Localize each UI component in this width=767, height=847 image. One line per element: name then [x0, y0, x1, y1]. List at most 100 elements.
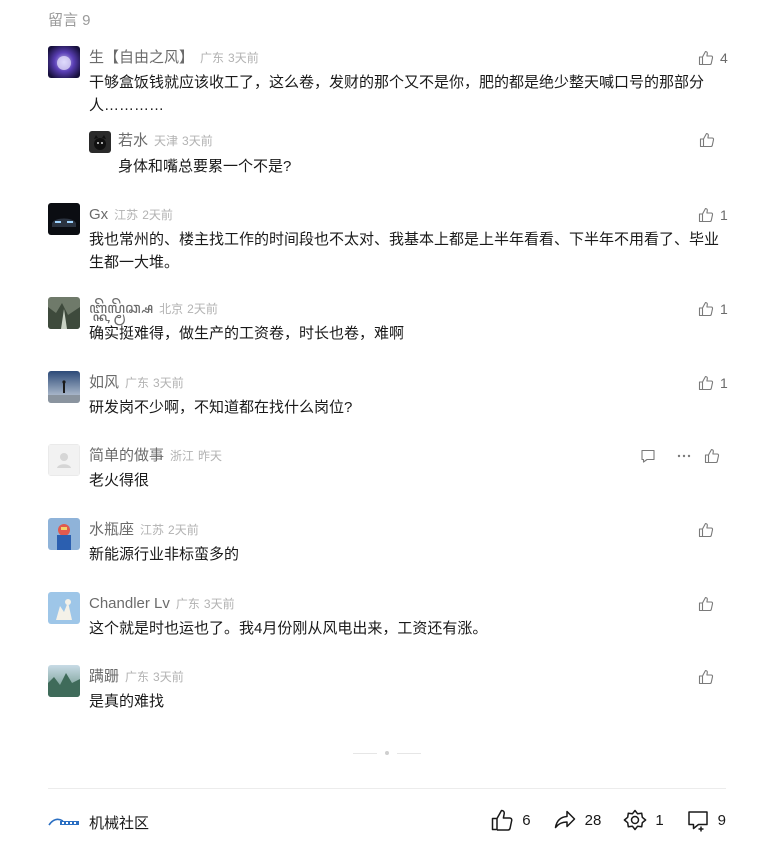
like-action[interactable]: 1 [698, 206, 728, 224]
comment-time: 3天前 [153, 376, 184, 390]
comment-nickname[interactable]: ꦧ꧀ꦏꦼꦭ꧀ꦩꦼꦕ꧀ꦱ [89, 300, 153, 317]
comment-time: 昨天 [198, 449, 223, 463]
comment-nickname[interactable]: 蹒跚 [89, 668, 119, 685]
comment-actions [640, 447, 728, 465]
comment-location: 广东 [125, 376, 150, 390]
thumb-up-icon[interactable] [698, 301, 714, 317]
comment-time: 3天前 [153, 670, 184, 684]
load-more-indicator[interactable] [353, 751, 421, 755]
thumb-up-icon[interactable] [698, 522, 714, 538]
comment-item: 生【自由之风】 广东 3天前 4 干够盒饭钱就应该收工了，这么卷，发财的那个又不是你… [48, 46, 728, 116]
thumb-up-icon[interactable] [698, 50, 714, 66]
like-action[interactable] [698, 595, 728, 613]
wow-count: 1 [655, 811, 664, 829]
comment-item: ꦧ꧀ꦏꦼꦭ꧀ꦩꦼꦕ꧀ꦱ 北京 2天前 1 确实挺难得，做生产的工资卷，时长也卷，难啊 [48, 297, 728, 347]
comment-nickname[interactable]: 简单的做事 [89, 447, 164, 464]
comment-meta: ꦧ꧀ꦏꦼꦭ꧀ꦩꦼꦕ꧀ꦱ 北京 2天前 [89, 299, 218, 319]
avatar[interactable] [48, 518, 80, 550]
comment-text: 新能源行业非标蛮多的 [89, 546, 240, 563]
brand-logo[interactable] [48, 815, 80, 827]
thumb-up-icon [490, 808, 514, 832]
comment-location: 广东 [200, 51, 225, 65]
comment-meta: 如风 广东 3天前 [89, 373, 184, 393]
loading-dot [385, 751, 389, 755]
reply-location: 天津 [154, 134, 179, 148]
reply-meta: 若水 天津 3天前 [118, 131, 213, 151]
thumb-up-icon[interactable] [699, 132, 715, 148]
divider [353, 752, 377, 754]
comment-item: 简单的做事 浙江 昨天 老火得很 [48, 444, 728, 494]
comment-nickname[interactable]: 生【自由之风】 [89, 49, 194, 66]
thumb-up-icon[interactable] [698, 207, 714, 223]
comment-meta: Gx 江苏 2天前 [89, 205, 173, 225]
comment-nickname[interactable]: Chandler Lv [89, 595, 170, 612]
like-count: 1 [720, 207, 728, 223]
comment-location: 广东 [175, 597, 200, 611]
footer-divider [48, 788, 726, 789]
like-count: 1 [720, 375, 728, 391]
comment-location: 江苏 [140, 523, 165, 537]
avatar[interactable] [48, 203, 80, 235]
comment-meta: 蹒跚 广东 3天前 [89, 667, 184, 687]
comment-time: 2天前 [142, 208, 173, 222]
footer-wow-button[interactable]: 1 [623, 808, 664, 832]
footer-bar: 机械社区 6 28 1 9 [48, 806, 726, 836]
like-action[interactable]: 1 [698, 300, 728, 318]
divider [397, 752, 421, 754]
more-dots-icon[interactable] [676, 448, 692, 464]
footer-actions: 6 28 1 9 [490, 808, 726, 832]
comment-item: Gx 江苏 2天前 1 我也常州的、楼主找工作的时间段也不太对、我基本上都是上半年看… [48, 203, 728, 273]
thumb-up-icon[interactable] [704, 448, 720, 464]
avatar[interactable] [48, 444, 80, 476]
comment-item: 水瓶座 江苏 2天前 新能源行业非标蛮多的 [48, 518, 728, 568]
comment-nickname[interactable]: 水瓶座 [89, 521, 134, 538]
comment-meta: 生【自由之风】 广东 3天前 [89, 48, 259, 68]
comment-text: 研发岗不少啊，不知道都在找什么岗位? [89, 399, 353, 416]
like-action[interactable] [699, 131, 729, 149]
brand-name[interactable]: 机械社区 [89, 812, 149, 833]
reply-nickname[interactable]: 若水 [118, 132, 148, 149]
thumb-up-icon[interactable] [698, 596, 714, 612]
avatar[interactable] [89, 131, 111, 153]
comment-time: 3天前 [228, 51, 259, 65]
like-action[interactable]: 4 [698, 49, 728, 67]
like-action[interactable] [698, 521, 728, 539]
comment-time: 2天前 [168, 523, 199, 537]
like-action[interactable]: 1 [698, 374, 728, 392]
thumb-up-icon[interactable] [698, 375, 714, 391]
comment-nickname[interactable]: 如风 [89, 374, 119, 391]
comments-header: 留言 9 [48, 12, 91, 29]
comment-time: 2天前 [187, 302, 218, 316]
avatar[interactable] [48, 297, 80, 329]
comment-text: 是真的难找 [89, 693, 165, 710]
footer-comment-button[interactable]: 9 [686, 808, 726, 832]
avatar[interactable] [48, 665, 80, 697]
avatar[interactable] [48, 371, 80, 403]
comment-count: 9 [717, 811, 726, 829]
footer-share-button[interactable]: 28 [553, 808, 601, 832]
wow-flower-icon [623, 808, 647, 832]
comment-nickname[interactable]: Gx [89, 206, 108, 223]
reply-time: 3天前 [182, 134, 213, 148]
comment-location: 广东 [125, 670, 150, 684]
comment-text: 确实挺难得，做生产的工资卷，时长也卷，难啊 [89, 325, 405, 342]
like-action[interactable] [698, 668, 728, 686]
comment-text: 干够盒饭钱就应该收工了，这么卷，发财的那个又不是你，肥的都是绝少整天喊口号的那部… [89, 74, 705, 114]
comment-meta: 水瓶座 江苏 2天前 [89, 520, 199, 540]
avatar[interactable] [48, 592, 80, 624]
comment-location: 北京 [159, 302, 184, 316]
like-count: 1 [720, 301, 728, 317]
comment-item: 蹒跚 广东 3天前 是真的难找 [48, 665, 728, 715]
comment-meta: 简单的做事 浙江 昨天 [89, 446, 222, 466]
avatar[interactable] [48, 46, 80, 78]
footer-like-button[interactable]: 6 [490, 808, 531, 832]
like-count: 6 [522, 811, 531, 829]
comment-time: 3天前 [203, 597, 235, 611]
comment-meta: Chandler Lv 广东 3天前 [89, 594, 235, 614]
comment-text: 我也常州的、楼主找工作的时间段也不太对、我基本上都是上半年看看、下半年不用看了、… [89, 231, 720, 271]
like-count: 4 [720, 50, 728, 66]
thumb-up-icon[interactable] [698, 669, 714, 685]
reply-item: 若水 天津 3天前 身体和嘴总要累一个不是? [89, 131, 729, 181]
comment-text: 老火得很 [89, 472, 150, 489]
comment-bubble-icon[interactable] [640, 448, 656, 464]
